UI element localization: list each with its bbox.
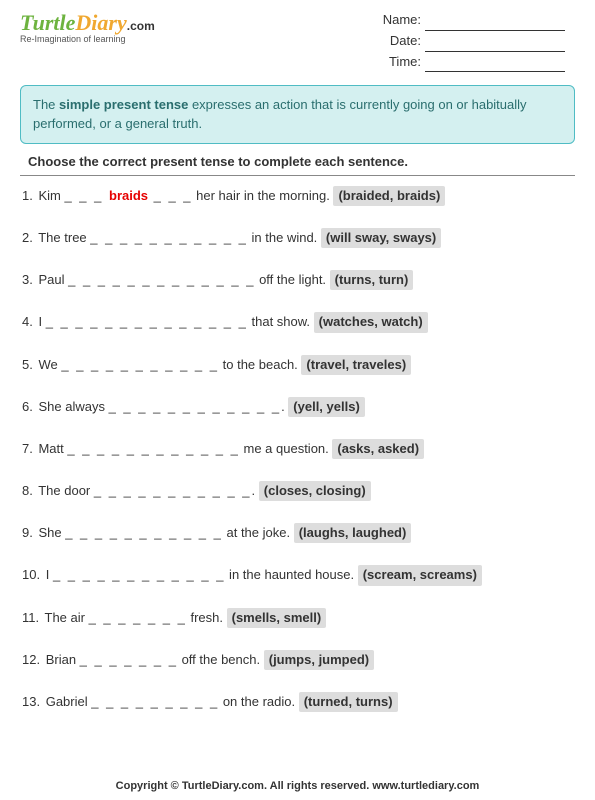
q-options: (will sway, sways) <box>321 228 441 248</box>
q-number: 1. <box>22 188 33 203</box>
logo-word2: Diary <box>75 10 126 35</box>
q-number: 3. <box>22 272 33 287</box>
divider <box>20 175 575 176</box>
q-blank[interactable]: _ _ _ _ _ _ _ _ _ _ _ <box>61 357 219 372</box>
q-pre: The door <box>38 483 94 498</box>
description-box: The simple present tense expresses an ac… <box>20 85 575 143</box>
question-row: 7. Matt _ _ _ _ _ _ _ _ _ _ _ _ me a que… <box>22 439 575 459</box>
q-blank[interactable]: _ _ _ _ _ _ _ _ _ _ _ _ <box>53 567 226 582</box>
q-number: 11. <box>22 610 39 625</box>
q-number: 4. <box>22 314 33 329</box>
q-options: (laughs, laughed) <box>294 523 412 543</box>
label-date: Date: <box>390 33 421 48</box>
q-post: . <box>281 399 288 414</box>
q-options: (asks, asked) <box>332 439 424 459</box>
q-blank[interactable]: _ _ _ _ _ _ _ _ _ _ _ <box>65 525 223 540</box>
q-options: (closes, closing) <box>259 481 371 501</box>
q-options: (turned, turns) <box>299 692 398 712</box>
q-number: 2. <box>22 230 33 245</box>
question-list: 1. Kim _ _ _ braids _ _ _ her hair in th… <box>0 186 595 712</box>
q-number: 10. <box>22 567 40 582</box>
footer: Copyright © TurtleDiary.com. All rights … <box>0 780 595 792</box>
q-options: (scream, screams) <box>358 565 482 585</box>
q-post: in the haunted house. <box>225 567 357 582</box>
question-row: 4. I _ _ _ _ _ _ _ _ _ _ _ _ _ _ that sh… <box>22 312 575 332</box>
q-number: 13. <box>22 694 40 709</box>
question-row: 3. Paul _ _ _ _ _ _ _ _ _ _ _ _ _ off th… <box>22 270 575 290</box>
label-name: Name: <box>383 12 421 27</box>
q-post: fresh. <box>187 610 227 625</box>
q-number: 8. <box>22 483 33 498</box>
q-number: 6. <box>22 399 33 414</box>
q-blank[interactable]: _ _ _ _ _ _ _ _ _ _ _ <box>94 483 252 498</box>
q-post: on the radio. <box>219 694 299 709</box>
instruction: Choose the correct present tense to comp… <box>28 154 575 169</box>
q-options: (braided, braids) <box>333 186 445 206</box>
q-pre: Gabriel <box>46 694 92 709</box>
q-pre: I <box>46 567 53 582</box>
q-blank[interactable]: _ _ _ _ _ _ _ _ _ _ _ _ <box>109 399 282 414</box>
time-field[interactable] <box>425 71 565 72</box>
q-pre: Brian <box>46 652 80 667</box>
q-pre: The tree <box>38 230 90 245</box>
q-pre: We <box>38 357 61 372</box>
question-row: 9. She _ _ _ _ _ _ _ _ _ _ _ at the joke… <box>22 523 575 543</box>
logo-word1: Turtle <box>20 10 75 35</box>
question-row: 13. Gabriel _ _ _ _ _ _ _ _ _ on the rad… <box>22 692 575 712</box>
q-pre: Kim <box>38 188 64 203</box>
q-blank[interactable]: _ _ _ _ _ _ _ _ _ _ _ _ _ <box>68 272 255 287</box>
question-row: 12. Brian _ _ _ _ _ _ _ off the bench. (… <box>22 650 575 670</box>
q-pre: Paul <box>38 272 68 287</box>
label-time: Time: <box>389 54 421 69</box>
q-blank[interactable]: _ _ _ _ _ _ _ _ _ <box>91 694 219 709</box>
q-number: 5. <box>22 357 33 372</box>
q-post: that show. <box>248 314 314 329</box>
q-blank2[interactable]: _ _ _ <box>148 188 193 203</box>
q-blank[interactable]: _ _ _ _ _ _ _ _ _ _ _ _ _ _ <box>46 314 248 329</box>
q-options: (jumps, jumped) <box>264 650 374 670</box>
logo: TurtleDiary.com Re-Imagination of learni… <box>20 10 155 72</box>
q-pre: I <box>38 314 45 329</box>
q-post: off the bench. <box>178 652 264 667</box>
q-post: at the joke. <box>223 525 294 540</box>
q-blank[interactable]: _ _ _ _ _ _ _ <box>80 652 178 667</box>
q-blank[interactable]: _ _ _ <box>64 188 109 203</box>
desc-bold: simple present tense <box>59 97 188 112</box>
question-row: 5. We _ _ _ _ _ _ _ _ _ _ _ to the beach… <box>22 355 575 375</box>
q-options: (watches, watch) <box>314 312 428 332</box>
q-pre: Matt <box>38 441 67 456</box>
q-pre: The air <box>45 610 89 625</box>
q-blank[interactable]: _ _ _ _ _ _ _ _ _ _ _ _ <box>67 441 240 456</box>
q-post: to the beach. <box>219 357 301 372</box>
header: TurtleDiary.com Re-Imagination of learni… <box>0 0 595 77</box>
q-number: 9. <box>22 525 33 540</box>
q-options: (yell, yells) <box>288 397 364 417</box>
question-row: 6. She always _ _ _ _ _ _ _ _ _ _ _ _. (… <box>22 397 575 417</box>
logo-suffix: .com <box>127 19 155 33</box>
q-post: off the light. <box>255 272 329 287</box>
q-options: (travel, traveles) <box>301 355 411 375</box>
q-options: (smells, smell) <box>227 608 327 628</box>
q-pre: She <box>38 525 65 540</box>
question-row: 8. The door _ _ _ _ _ _ _ _ _ _ _. (clos… <box>22 481 575 501</box>
q-post: me a question. <box>240 441 333 456</box>
question-row: 10. I _ _ _ _ _ _ _ _ _ _ _ _ in the hau… <box>22 565 575 585</box>
q-post: . <box>252 483 259 498</box>
question-row: 1. Kim _ _ _ braids _ _ _ her hair in th… <box>22 186 575 206</box>
q-post: in the wind. <box>248 230 321 245</box>
q-number: 7. <box>22 441 33 456</box>
student-info: Name: Date: Time: <box>383 10 565 72</box>
q-number: 12. <box>22 652 40 667</box>
q-pre: She always <box>38 399 108 414</box>
q-options: (turns, turn) <box>330 270 414 290</box>
q-blank[interactable]: _ _ _ _ _ _ _ <box>89 610 187 625</box>
question-row: 11. The air _ _ _ _ _ _ _ fresh. (smells… <box>22 608 575 628</box>
question-row: 2. The tree _ _ _ _ _ _ _ _ _ _ _ in the… <box>22 228 575 248</box>
q-blank[interactable]: _ _ _ _ _ _ _ _ _ _ _ <box>90 230 248 245</box>
q-answer: braids <box>109 188 148 203</box>
q-post: her hair in the morning. <box>193 188 334 203</box>
